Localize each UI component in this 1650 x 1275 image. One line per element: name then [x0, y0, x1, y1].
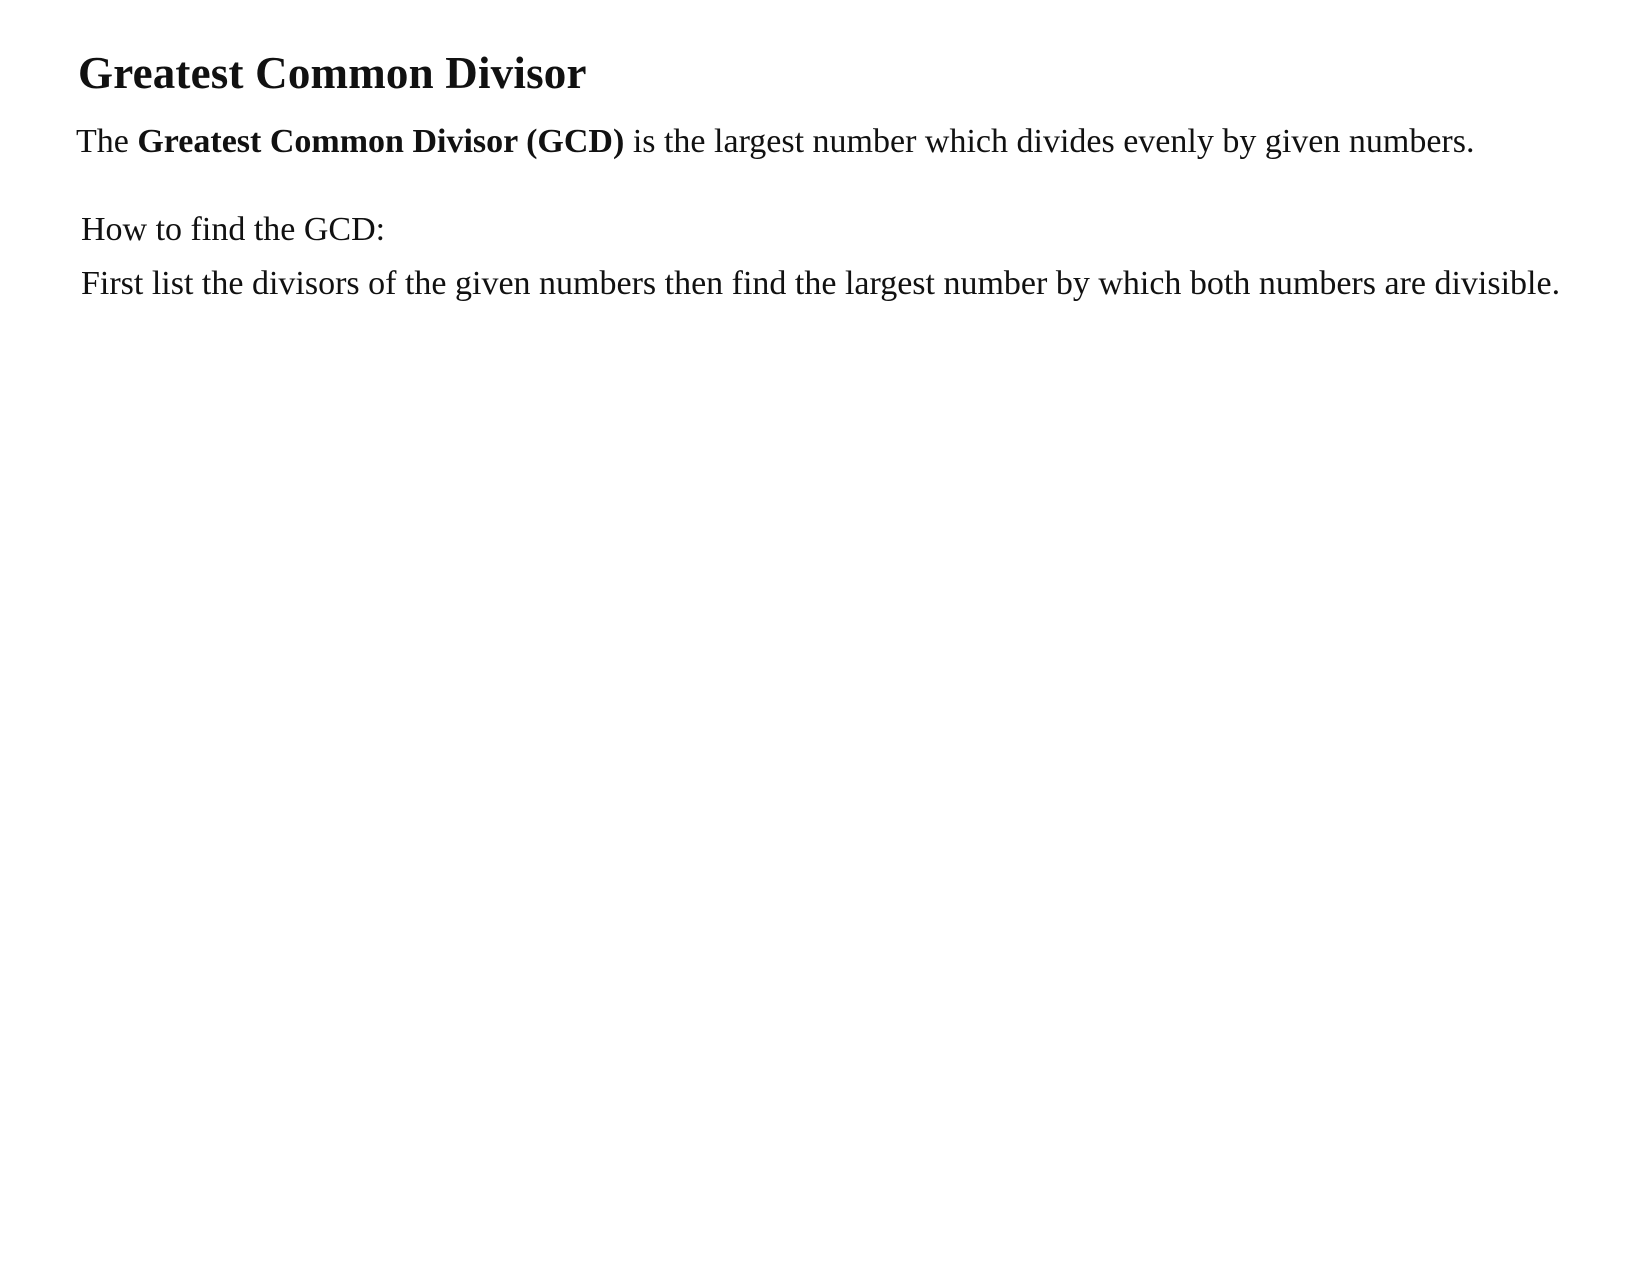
- document-page: Greatest Common Divisor The Greatest Com…: [0, 0, 1650, 1275]
- definition-suffix: is the largest number which divides even…: [624, 123, 1475, 160]
- page-title: Greatest Common Divisor: [78, 48, 587, 98]
- definition-term: Greatest Common Divisor (GCD): [137, 123, 625, 160]
- how-to-heading: How to find the GCD:: [81, 211, 386, 248]
- definition-prefix: The: [76, 123, 138, 160]
- definition-paragraph: The Greatest Common Divisor (GCD) is the…: [76, 122, 1474, 163]
- how-to-body: First list the divisors of the given num…: [81, 265, 1561, 302]
